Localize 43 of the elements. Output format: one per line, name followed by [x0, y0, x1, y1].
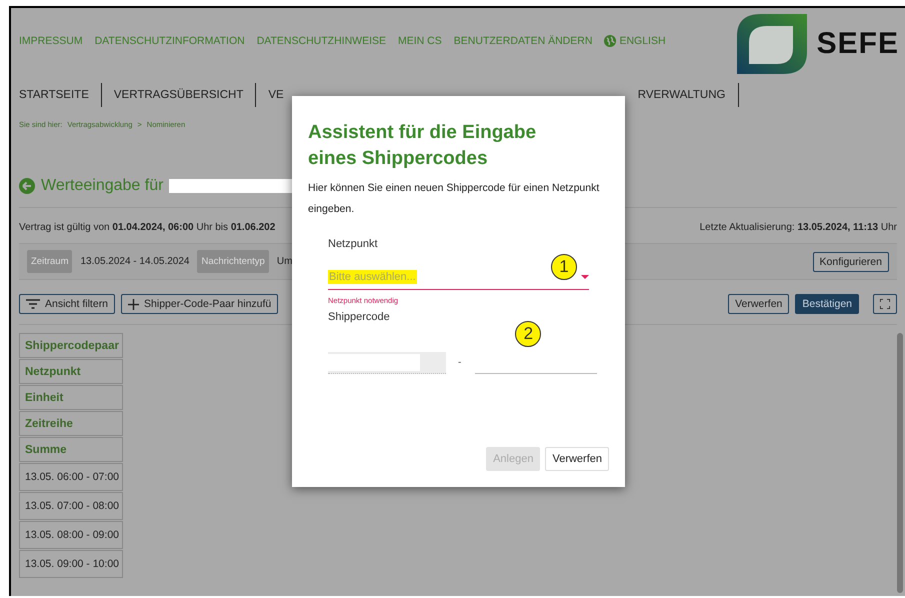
page-heading: Werteeingabe für: [41, 177, 164, 195]
configure-button[interactable]: Konfigurieren: [812, 252, 889, 272]
select-placeholder: Bitte auswählen...: [328, 270, 417, 284]
filter-value: Um: [276, 256, 292, 267]
row-header-cell: Einheit: [19, 385, 123, 410]
leaf-logo-icon: [736, 14, 807, 74]
filter-label: Zeitraum: [27, 250, 72, 273]
confirm-button[interactable]: Bestätigen: [795, 294, 859, 314]
logo-text: SEFE: [816, 27, 899, 61]
filter-icon: [26, 299, 40, 309]
field-label: Netzpunkt: [328, 238, 379, 250]
field-label: Shippercode: [328, 311, 391, 323]
plus-icon: [128, 298, 140, 310]
last-update-text: Letzte Aktualisierung: 13.05.2024, 11:13 Uhr: [700, 222, 897, 233]
separator-text: -: [458, 357, 462, 368]
annotation-marker: 1: [551, 254, 577, 280]
validity-text: Vertrag ist gültig von 01.04.2024, 06:00 Uhr bis 01.06.202: [19, 222, 276, 233]
filter-label: Nachrichtentyp: [197, 250, 269, 273]
discard-button[interactable]: Verwerfen: [545, 447, 609, 471]
shippercode-prefix-field[interactable]: [328, 352, 446, 374]
row-header-cell: Summe: [19, 437, 123, 462]
fullscreen-button[interactable]: [873, 294, 897, 314]
toolbar-button[interactable]: Shipper-Code-Paar hinzufü: [121, 294, 278, 314]
dropdown-caret-icon: [581, 275, 589, 279]
row-header-cell: Netzpunkt: [19, 359, 123, 384]
row-header-cell: Shippercodepaar: [19, 333, 123, 358]
scrollbar[interactable]: [897, 333, 903, 593]
dialog-title: Assistent für die Eingabe eines Shippercodes: [308, 121, 538, 171]
nav-tab[interactable]: VE: [256, 83, 286, 107]
toolbar-button[interactable]: Ansicht filtern: [19, 294, 116, 314]
globe-icon: [604, 35, 616, 47]
time-cell: 13.05. 08:00 - 09:00: [19, 521, 123, 549]
fullscreen-icon: [880, 299, 890, 309]
filter-value: 13.05.2024 - 14.05.2024: [80, 256, 190, 267]
nav-tab[interactable]: VERTRAGSÜBERSICHT: [102, 83, 256, 107]
nav-tab[interactable]: STARTSEITE: [19, 83, 102, 107]
time-cell: 13.05. 09:00 - 10:00: [19, 550, 123, 578]
dialog-description: Hier können Sie einen neuen Shippercode für einen Netzpunkt eingeben.: [308, 181, 600, 217]
time-cell: 13.05. 06:00 - 07:00: [19, 463, 123, 491]
annotation-marker: 2: [515, 321, 542, 347]
row-header-cell: Zeitreihe: [19, 411, 123, 436]
discard-button[interactable]: Verwerfen: [728, 294, 790, 314]
time-cell: 13.05. 07:00 - 08:00: [19, 492, 123, 520]
